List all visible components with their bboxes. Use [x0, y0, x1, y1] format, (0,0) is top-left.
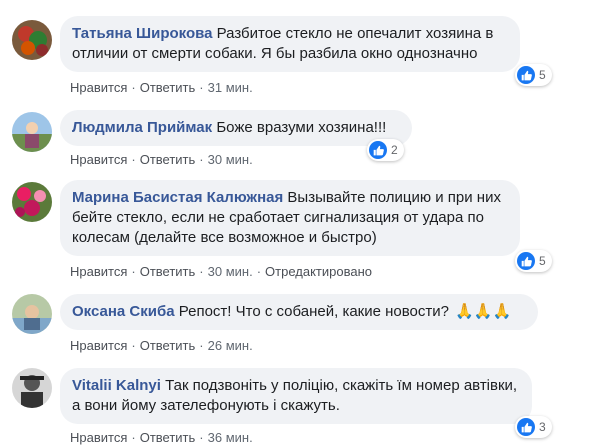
timestamp[interactable]: 30 мин. [208, 152, 253, 167]
avatar[interactable] [12, 182, 52, 222]
reaction-number: 2 [391, 143, 398, 157]
timestamp[interactable]: 26 мин. [208, 338, 253, 353]
comment-text: Репост! Что с собаней, какие новости? [178, 303, 449, 320]
thumbs-up-icon [517, 66, 535, 84]
timestamp[interactable]: 30 мин. [208, 264, 253, 279]
comment-author[interactable]: Людмила Приймак [72, 119, 212, 136]
reaction-count[interactable]: 5 [515, 64, 552, 86]
reaction-count[interactable]: 3 [515, 416, 552, 438]
thumbs-up-icon [517, 252, 535, 270]
reaction-number: 3 [539, 420, 546, 434]
comment-bubble: Татьяна Широкова Разбитое стекло не опеч… [60, 16, 520, 72]
reply-link[interactable]: Ответить [140, 80, 196, 95]
like-link[interactable]: Нравится [70, 264, 127, 279]
comment-bubble: Vitalii Kalnyi Так подзвоніть у поліцію,… [60, 368, 532, 424]
reaction-count[interactable]: 5 [515, 250, 552, 272]
reaction-number: 5 [539, 254, 546, 268]
comment-author[interactable]: Оксана Скиба [72, 303, 175, 320]
like-link[interactable]: Нравится [70, 430, 127, 445]
comment-actions: Нравится · Ответить · 30 мин. [70, 152, 253, 167]
reply-link[interactable]: Ответить [140, 338, 196, 353]
like-link[interactable]: Нравится [70, 80, 127, 95]
avatar[interactable] [12, 294, 52, 334]
like-link[interactable]: Нравится [70, 338, 127, 353]
reaction-number: 5 [539, 68, 546, 82]
comment-author[interactable]: Vitalii Kalnyi [72, 377, 161, 394]
pray-emoji-icon: 🙏🙏🙏 [455, 303, 512, 320]
comment-text: Боже вразуми хозяина!!! [216, 119, 387, 136]
comment-bubble: Марина Басистая Калюжная Вызывайте полиц… [60, 180, 520, 256]
edited-label[interactable]: Отредактировано [265, 264, 372, 279]
comment-bubble: Людмила Приймак Боже вразуми хозяина!!! [60, 110, 412, 146]
comment-actions: Нравится · Ответить · 30 мин. · Отредактирован… [70, 264, 373, 279]
thumbs-up-icon [369, 141, 387, 159]
comment-actions: Нравится · Ответить · 31 мин. [70, 80, 253, 95]
comment-actions: Нравится · Ответить · 26 мин. [70, 338, 253, 353]
thumbs-up-icon [517, 418, 535, 436]
comment-actions: Нравится · Ответить · 36 мин. [70, 430, 253, 445]
reply-link[interactable]: Ответить [140, 264, 196, 279]
reaction-count[interactable]: 2 [367, 139, 404, 161]
timestamp[interactable]: 36 мин. [208, 430, 253, 445]
avatar[interactable] [12, 112, 52, 152]
comment-author[interactable]: Марина Басистая Калюжная [72, 189, 283, 206]
comment-bubble: Оксана Скиба Репост! Что с собаней, каки… [60, 294, 538, 330]
timestamp[interactable]: 31 мин. [208, 80, 253, 95]
reply-link[interactable]: Ответить [140, 152, 196, 167]
like-link[interactable]: Нравится [70, 152, 127, 167]
avatar[interactable] [12, 368, 52, 408]
comment-author[interactable]: Татьяна Широкова [72, 25, 212, 42]
reply-link[interactable]: Ответить [140, 430, 196, 445]
avatar[interactable] [12, 20, 52, 60]
